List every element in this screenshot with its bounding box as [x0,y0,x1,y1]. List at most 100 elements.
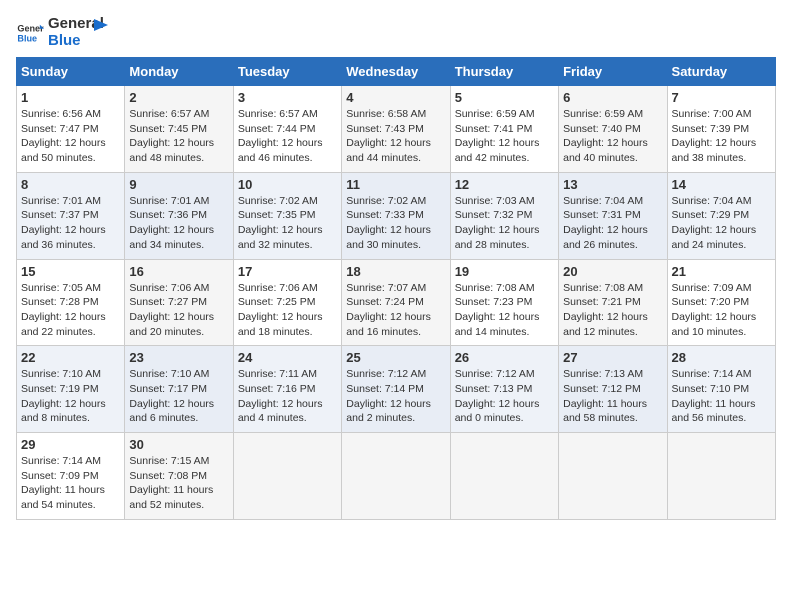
day-cell-26: 26 Sunrise: 7:12 AMSunset: 7:13 PMDaylig… [450,346,558,433]
day-cell-3: 3 Sunrise: 6:57 AMSunset: 7:44 PMDayligh… [233,86,341,173]
header-tuesday: Tuesday [233,58,341,86]
day-detail: Sunrise: 6:59 AMSunset: 7:40 PMDaylight:… [563,108,648,164]
day-cell-10: 10 Sunrise: 7:02 AMSunset: 7:35 PMDaylig… [233,172,341,259]
day-number: 8 [21,177,120,192]
calendar-table: SundayMondayTuesdayWednesdayThursdayFrid… [16,57,776,520]
day-cell-6: 6 Sunrise: 6:59 AMSunset: 7:40 PMDayligh… [559,86,667,173]
day-cell-11: 11 Sunrise: 7:02 AMSunset: 7:33 PMDaylig… [342,172,450,259]
logo-flag-icon [90,17,108,35]
day-detail: Sunrise: 6:59 AMSunset: 7:41 PMDaylight:… [455,108,540,164]
day-detail: Sunrise: 6:56 AMSunset: 7:47 PMDaylight:… [21,108,106,164]
day-cell-29: 29 Sunrise: 7:14 AMSunset: 7:09 PMDaylig… [17,433,125,520]
day-detail: Sunrise: 7:14 AMSunset: 7:10 PMDaylight:… [672,368,756,424]
day-detail: Sunrise: 7:12 AMSunset: 7:13 PMDaylight:… [455,368,540,424]
day-cell-23: 23 Sunrise: 7:10 AMSunset: 7:17 PMDaylig… [125,346,233,433]
day-number: 28 [672,350,771,365]
day-number: 10 [238,177,337,192]
day-number: 3 [238,90,337,105]
day-number: 25 [346,350,445,365]
day-detail: Sunrise: 7:09 AMSunset: 7:20 PMDaylight:… [672,282,757,338]
header: General Blue General Blue [16,16,776,49]
day-cell-5: 5 Sunrise: 6:59 AMSunset: 7:41 PMDayligh… [450,86,558,173]
day-cell-30: 30 Sunrise: 7:15 AMSunset: 7:08 PMDaylig… [125,433,233,520]
day-detail: Sunrise: 6:57 AMSunset: 7:44 PMDaylight:… [238,108,323,164]
day-cell-19: 19 Sunrise: 7:08 AMSunset: 7:23 PMDaylig… [450,259,558,346]
day-cell-21: 21 Sunrise: 7:09 AMSunset: 7:20 PMDaylig… [667,259,775,346]
day-cell-7: 7 Sunrise: 7:00 AMSunset: 7:39 PMDayligh… [667,86,775,173]
day-detail: Sunrise: 7:12 AMSunset: 7:14 PMDaylight:… [346,368,431,424]
week-row-1: 1 Sunrise: 6:56 AMSunset: 7:47 PMDayligh… [17,86,776,173]
day-number: 22 [21,350,120,365]
day-cell-12: 12 Sunrise: 7:03 AMSunset: 7:32 PMDaylig… [450,172,558,259]
svg-text:Blue: Blue [17,33,37,43]
day-number: 29 [21,437,120,452]
day-detail: Sunrise: 7:15 AMSunset: 7:08 PMDaylight:… [129,455,213,511]
header-friday: Friday [559,58,667,86]
day-detail: Sunrise: 7:08 AMSunset: 7:23 PMDaylight:… [455,282,540,338]
days-header-row: SundayMondayTuesdayWednesdayThursdayFrid… [17,58,776,86]
day-cell-17: 17 Sunrise: 7:06 AMSunset: 7:25 PMDaylig… [233,259,341,346]
day-cell-27: 27 Sunrise: 7:13 AMSunset: 7:12 PMDaylig… [559,346,667,433]
day-detail: Sunrise: 7:01 AMSunset: 7:36 PMDaylight:… [129,195,214,251]
day-number: 30 [129,437,228,452]
day-number: 24 [238,350,337,365]
day-detail: Sunrise: 7:04 AMSunset: 7:29 PMDaylight:… [672,195,757,251]
day-detail: Sunrise: 7:13 AMSunset: 7:12 PMDaylight:… [563,368,647,424]
day-number: 15 [21,264,120,279]
day-number: 7 [672,90,771,105]
day-number: 14 [672,177,771,192]
week-row-5: 29 Sunrise: 7:14 AMSunset: 7:09 PMDaylig… [17,433,776,520]
day-detail: Sunrise: 7:02 AMSunset: 7:35 PMDaylight:… [238,195,323,251]
day-detail: Sunrise: 7:14 AMSunset: 7:09 PMDaylight:… [21,455,105,511]
day-cell-28: 28 Sunrise: 7:14 AMSunset: 7:10 PMDaylig… [667,346,775,433]
day-number: 2 [129,90,228,105]
week-row-2: 8 Sunrise: 7:01 AMSunset: 7:37 PMDayligh… [17,172,776,259]
empty-cell-4-3 [342,433,450,520]
day-cell-1: 1 Sunrise: 6:56 AMSunset: 7:47 PMDayligh… [17,86,125,173]
empty-cell-4-5 [559,433,667,520]
day-number: 21 [672,264,771,279]
day-detail: Sunrise: 7:01 AMSunset: 7:37 PMDaylight:… [21,195,106,251]
day-cell-9: 9 Sunrise: 7:01 AMSunset: 7:36 PMDayligh… [125,172,233,259]
day-cell-14: 14 Sunrise: 7:04 AMSunset: 7:29 PMDaylig… [667,172,775,259]
day-detail: Sunrise: 6:58 AMSunset: 7:43 PMDaylight:… [346,108,431,164]
day-cell-4: 4 Sunrise: 6:58 AMSunset: 7:43 PMDayligh… [342,86,450,173]
day-number: 9 [129,177,228,192]
week-row-3: 15 Sunrise: 7:05 AMSunset: 7:28 PMDaylig… [17,259,776,346]
day-cell-16: 16 Sunrise: 7:06 AMSunset: 7:27 PMDaylig… [125,259,233,346]
day-cell-25: 25 Sunrise: 7:12 AMSunset: 7:14 PMDaylig… [342,346,450,433]
header-thursday: Thursday [450,58,558,86]
day-detail: Sunrise: 7:00 AMSunset: 7:39 PMDaylight:… [672,108,757,164]
day-number: 23 [129,350,228,365]
day-detail: Sunrise: 7:04 AMSunset: 7:31 PMDaylight:… [563,195,648,251]
day-number: 1 [21,90,120,105]
day-cell-24: 24 Sunrise: 7:11 AMSunset: 7:16 PMDaylig… [233,346,341,433]
day-number: 17 [238,264,337,279]
empty-cell-4-4 [450,433,558,520]
day-number: 6 [563,90,662,105]
day-detail: Sunrise: 7:10 AMSunset: 7:19 PMDaylight:… [21,368,106,424]
day-number: 18 [346,264,445,279]
header-sunday: Sunday [17,58,125,86]
day-cell-2: 2 Sunrise: 6:57 AMSunset: 7:45 PMDayligh… [125,86,233,173]
day-detail: Sunrise: 7:11 AMSunset: 7:16 PMDaylight:… [238,368,323,424]
header-monday: Monday [125,58,233,86]
day-detail: Sunrise: 7:03 AMSunset: 7:32 PMDaylight:… [455,195,540,251]
day-cell-18: 18 Sunrise: 7:07 AMSunset: 7:24 PMDaylig… [342,259,450,346]
week-row-4: 22 Sunrise: 7:10 AMSunset: 7:19 PMDaylig… [17,346,776,433]
day-number: 12 [455,177,554,192]
logo-icon: General Blue [16,19,44,47]
logo: General Blue General Blue [16,16,108,49]
day-number: 27 [563,350,662,365]
day-number: 16 [129,264,228,279]
day-detail: Sunrise: 7:07 AMSunset: 7:24 PMDaylight:… [346,282,431,338]
day-detail: Sunrise: 7:05 AMSunset: 7:28 PMDaylight:… [21,282,106,338]
day-cell-13: 13 Sunrise: 7:04 AMSunset: 7:31 PMDaylig… [559,172,667,259]
day-cell-22: 22 Sunrise: 7:10 AMSunset: 7:19 PMDaylig… [17,346,125,433]
day-number: 5 [455,90,554,105]
header-saturday: Saturday [667,58,775,86]
empty-cell-4-2 [233,433,341,520]
day-number: 26 [455,350,554,365]
day-detail: Sunrise: 7:10 AMSunset: 7:17 PMDaylight:… [129,368,214,424]
day-number: 19 [455,264,554,279]
